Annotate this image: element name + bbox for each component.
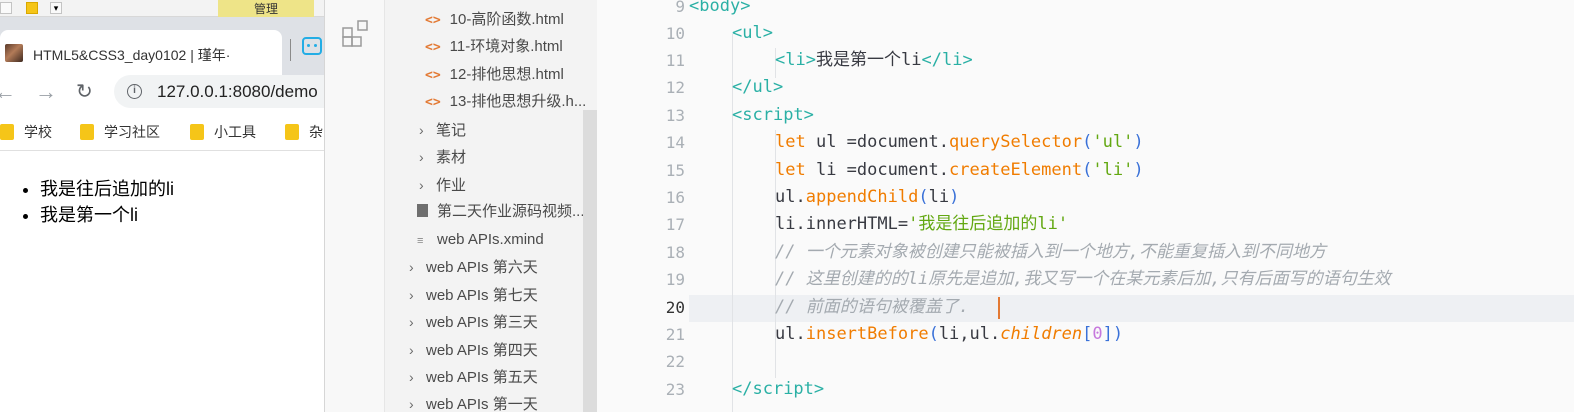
chevron-right-icon: › bbox=[409, 369, 414, 385]
code-line: <li>我是第一个li</li> bbox=[775, 50, 973, 70]
folder-item[interactable]: › web APIs 第四天 bbox=[409, 337, 538, 363]
code-line: <script> bbox=[732, 105, 814, 125]
folder-item[interactable]: › web APIs 第五天 bbox=[409, 364, 538, 390]
code-comment: // 一个元素对象被创建只能被插入到一个地方,不能重复插入到不同地方 bbox=[775, 242, 1326, 262]
url-text[interactable]: 127.0.0.1:8080/demo bbox=[157, 82, 318, 102]
html-file-icon: <> bbox=[425, 68, 441, 83]
page-list: 我是往后追加的li 我是第一个li bbox=[20, 176, 174, 228]
line-number: 13 bbox=[665, 106, 685, 125]
folder-item[interactable]: › 素材 bbox=[419, 144, 466, 170]
line-number: 23 bbox=[665, 380, 685, 399]
tab-strip: HTML5&CSS3_day0102 | 瑾年· bbox=[0, 17, 324, 75]
code-comment: // 前面的语句被覆盖了. bbox=[775, 297, 969, 317]
text-cursor bbox=[998, 297, 1000, 319]
line-number: 18 bbox=[665, 243, 685, 262]
bilibili-tab-icon[interactable] bbox=[302, 37, 322, 55]
chevron-right-icon: › bbox=[409, 259, 414, 275]
text-file-icon: ≡ bbox=[417, 235, 424, 247]
code-line: <body> bbox=[689, 0, 751, 16]
chevron-right-icon: › bbox=[409, 396, 414, 412]
line-number-active: 20 bbox=[665, 298, 685, 317]
site-favicon-icon bbox=[5, 44, 23, 62]
chevron-right-icon: › bbox=[419, 177, 424, 193]
line-number: 14 bbox=[665, 133, 685, 152]
folder-item[interactable]: › 作业 bbox=[419, 172, 466, 198]
folder-icon bbox=[0, 124, 14, 140]
folder-item[interactable]: › web APIs 第六天 bbox=[409, 254, 538, 280]
code-line: <ul> bbox=[732, 23, 773, 43]
dropdown-icon[interactable]: ▾ bbox=[50, 2, 62, 14]
browser-window: ▾ 管理 HTML5&CSS3_day0102 | 瑾年· ← → ↻ i 12… bbox=[0, 0, 324, 412]
address-bar[interactable]: i 127.0.0.1:8080/demo bbox=[114, 75, 324, 108]
chevron-right-icon: › bbox=[409, 342, 414, 358]
folder-item[interactable]: › 笔记 bbox=[419, 117, 466, 143]
html-file-icon: <> bbox=[425, 13, 441, 28]
code-line: ul.insertBefore(li,ul.children[0]) bbox=[775, 324, 1124, 344]
back-arrow-icon[interactable]: ← bbox=[0, 79, 16, 105]
chevron-right-icon: › bbox=[419, 122, 424, 138]
bookmarks-bar: 学校 学习社区 小工具 杂 bbox=[0, 113, 324, 151]
bookmark-folder[interactable]: 学校 bbox=[0, 122, 52, 142]
html-file-icon: <> bbox=[425, 95, 441, 110]
excel-ribbon-strip: ▾ 管理 bbox=[0, 0, 324, 17]
info-icon[interactable]: i bbox=[127, 84, 142, 99]
explorer-icon[interactable] bbox=[341, 18, 371, 48]
browser-tab[interactable]: HTML5&CSS3_day0102 | 瑾年· bbox=[0, 30, 282, 75]
folder-icon bbox=[285, 124, 299, 140]
file-item[interactable]: 第二天作业源码视频... bbox=[417, 199, 585, 225]
chevron-right-icon: › bbox=[419, 149, 424, 165]
line-number: 22 bbox=[665, 352, 685, 371]
tab-separator bbox=[290, 39, 291, 61]
tab-title: HTML5&CSS3_day0102 | 瑾年· bbox=[33, 47, 231, 63]
file-item[interactable]: <> 11-环境对象.html bbox=[425, 34, 563, 60]
line-number: 15 bbox=[665, 161, 685, 180]
bookmark-folder[interactable]: 杂 bbox=[285, 122, 323, 142]
code-line: let ul =document.querySelector('ul') bbox=[775, 132, 1144, 152]
line-number: 16 bbox=[665, 188, 685, 207]
folder-item[interactable]: › web APIs 第七天 bbox=[409, 282, 538, 308]
code-line: </ul> bbox=[732, 77, 784, 97]
line-number: 9 bbox=[675, 0, 685, 16]
line-number: 11 bbox=[665, 51, 685, 70]
manage-tab[interactable]: 管理 bbox=[218, 0, 314, 17]
line-number: 10 bbox=[665, 24, 685, 43]
list-item: 我是第一个li bbox=[40, 202, 174, 228]
checkbox-icon[interactable] bbox=[0, 2, 12, 14]
browser-toolbar: ← → ↻ i 127.0.0.1:8080/demo bbox=[0, 75, 324, 111]
code-line: ul.appendChild(li) bbox=[775, 187, 960, 207]
bookmark-folder[interactable]: 小工具 bbox=[190, 122, 256, 142]
list-item: 我是往后追加的li bbox=[40, 176, 174, 202]
folder-icon bbox=[80, 124, 94, 140]
html-file-icon: <> bbox=[425, 40, 441, 55]
code-editor[interactable]: 9 10 11 12 13 14 15 16 17 18 19 20 21 22… bbox=[597, 0, 1574, 412]
code-line: li.innerHTML='我是往后追加的li' bbox=[775, 214, 1069, 234]
folder-icon[interactable] bbox=[26, 2, 38, 14]
code-line: let li =document.createElement('li') bbox=[775, 160, 1144, 180]
bookmark-folder[interactable]: 学习社区 bbox=[80, 122, 160, 142]
chevron-right-icon: › bbox=[409, 287, 414, 303]
file-item[interactable]: ≡ web APIs.xmind bbox=[417, 227, 544, 253]
line-number: 19 bbox=[665, 270, 685, 289]
line-number: 12 bbox=[665, 78, 685, 97]
folder-icon bbox=[190, 124, 204, 140]
file-item[interactable]: <> 13-排他思想升级.h... bbox=[425, 89, 586, 115]
file-item[interactable]: <> 12-排他思想.html bbox=[425, 62, 564, 88]
forward-arrow-icon[interactable]: → bbox=[35, 79, 57, 105]
code-line: </script> bbox=[732, 379, 825, 399]
file-explorer: <> 10-高阶函数.html <> 11-环境对象.html <> 12-排他思想.… bbox=[385, 0, 597, 412]
archive-file-icon bbox=[417, 204, 428, 217]
reload-icon[interactable]: ↻ bbox=[76, 79, 93, 105]
sidebar-scrollbar[interactable] bbox=[583, 110, 597, 412]
file-item[interactable]: <> 10-高阶函数.html bbox=[425, 7, 564, 33]
chevron-right-icon: › bbox=[409, 314, 414, 330]
folder-item[interactable]: › web APIs 第一天 bbox=[409, 391, 538, 412]
line-number: 17 bbox=[665, 215, 685, 234]
code-comment: // 这里创建的的li原先是追加,我又写一个在某元素后加,只有后面写的语句生效 bbox=[775, 269, 1391, 289]
activity-bar bbox=[324, 0, 385, 412]
line-number: 21 bbox=[665, 325, 685, 344]
folder-item[interactable]: › web APIs 第三天 bbox=[409, 309, 538, 335]
